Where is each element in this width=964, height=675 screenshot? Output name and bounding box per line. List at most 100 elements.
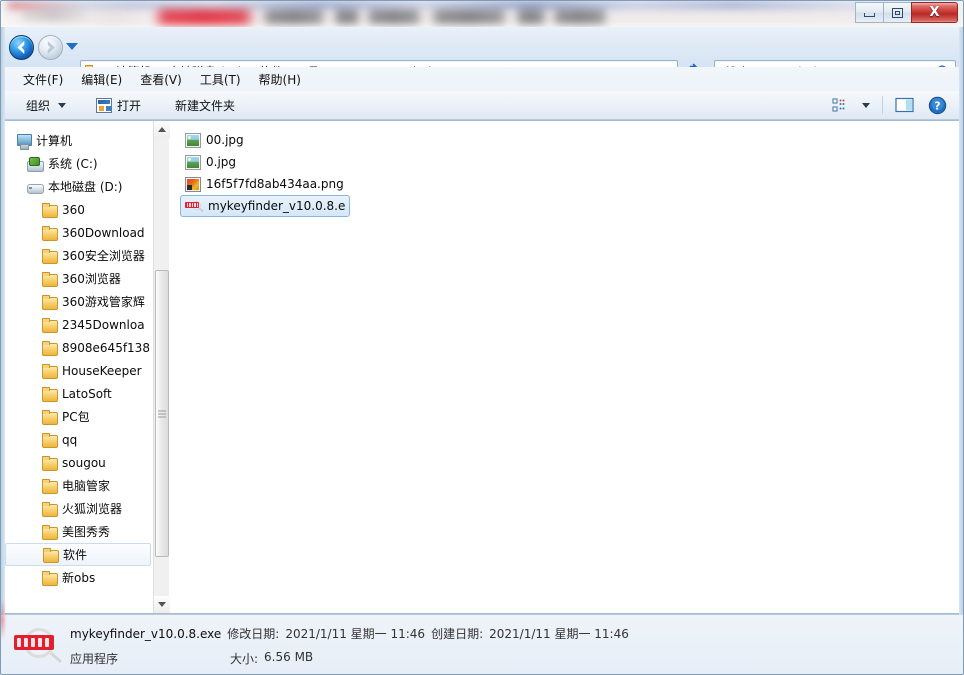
scroll-down-button[interactable] (154, 596, 170, 613)
window-edge-left (0, 27, 5, 615)
sidebar-item-14[interactable]: sougou (5, 451, 153, 474)
sidebar-item-label: 软件 (63, 546, 87, 563)
menu-file[interactable]: 文件(F) (14, 68, 72, 91)
caret-down-icon (158, 602, 166, 607)
help-button[interactable]: ? (922, 94, 952, 117)
minimize-button[interactable] (855, 2, 884, 23)
file-name-label: 00.jpg (206, 133, 244, 147)
svg-text:?: ? (934, 99, 940, 112)
application-file-icon (185, 199, 203, 214)
image-file-icon (185, 155, 201, 170)
sidebar-item-label: qq (62, 433, 77, 447)
new-folder-label: 新建文件夹 (175, 97, 235, 114)
organize-button[interactable]: 组织 (18, 94, 74, 117)
folder-tree: 计算机系统 (C:) 本地磁盘 (D:) 360 360Download 360安全浏览… (5, 121, 153, 589)
details-modified-label: 修改日期: (227, 625, 279, 642)
forward-button[interactable] (38, 35, 63, 60)
details-file-type: 应用程序 (70, 650, 230, 667)
menu-view[interactable]: 查看(V) (131, 68, 191, 91)
organize-label: 组织 (26, 97, 50, 114)
close-button[interactable]: X (911, 2, 958, 23)
title-bar[interactable]: X (0, 0, 964, 27)
folder-icon (41, 341, 57, 355)
sidebar-item-2[interactable]: 本地磁盘 (D:) (5, 175, 153, 198)
sidebar-item-18[interactable]: 软件 (5, 543, 151, 566)
drive-c-icon (27, 157, 43, 171)
image-file-icon (185, 133, 201, 148)
sidebar-item-19[interactable]: 新obs (5, 566, 153, 589)
open-button[interactable]: 打开 (88, 94, 149, 117)
file-list-item[interactable]: mykeyfinder_v10.0.8.exe (180, 195, 350, 217)
sidebar-item-label: 计算机 (36, 132, 72, 149)
scroll-up-button[interactable] (154, 121, 170, 138)
sidebar-item-0[interactable]: 计算机 (5, 129, 153, 152)
maximize-button[interactable] (883, 2, 912, 23)
folder-icon (41, 249, 57, 263)
sidebar-item-17[interactable]: 美图秀秀 (5, 520, 153, 543)
sidebar-item-15[interactable]: 电脑管家 (5, 474, 153, 497)
sidebar-item-label: 360浏览器 (62, 270, 121, 287)
scrollbar-grip-icon (158, 410, 166, 417)
sidebar-item-4[interactable]: 360Download (5, 221, 153, 244)
sidebar-item-label: 360 (62, 203, 85, 217)
folder-icon (41, 226, 57, 240)
explorer-window: X ▸ 计算机 ▸ 本地磁盘 (D:) ▸ 软件 ▸ 1月 (0, 0, 964, 675)
drive-d-icon (27, 180, 43, 194)
recent-locations-dropdown[interactable] (66, 43, 78, 50)
details-text: mykeyfinder_v10.0.8.exe 修改日期: 2021/1/11 … (70, 621, 956, 667)
folder-icon (41, 203, 57, 217)
details-modified-value: 2021/1/11 星期一 11:46 (285, 625, 425, 642)
folder-icon (41, 571, 57, 585)
menu-help[interactable]: 帮助(H) (250, 68, 310, 91)
file-list-item[interactable]: 0.jpg (180, 151, 350, 173)
menu-edit[interactable]: 编辑(E) (72, 68, 131, 91)
preview-pane-icon (895, 97, 915, 113)
change-view-button[interactable] (825, 94, 855, 117)
file-list-item[interactable]: 16f5f7fd8ab434aa.png (180, 173, 350, 195)
sidebar-item-16[interactable]: 火狐浏览器 (5, 497, 153, 520)
folder-icon (41, 456, 57, 470)
view-options-dropdown[interactable] (857, 94, 875, 117)
sidebar-item-8[interactable]: 2345Downloa (5, 313, 153, 336)
sidebar-item-5[interactable]: 360安全浏览器 (5, 244, 153, 267)
details-pane: mykeyfinder_v10.0.8.exe 修改日期: 2021/1/11 … (0, 614, 964, 675)
navigation-pane-scrollbar[interactable] (153, 121, 169, 613)
back-button[interactable] (9, 35, 34, 60)
sidebar-item-12[interactable]: PC包 (5, 405, 153, 428)
folder-icon (41, 433, 57, 447)
sidebar-item-label: LatoSoft (62, 387, 112, 401)
details-created-value: 2021/1/11 星期一 11:46 (489, 625, 629, 642)
preview-pane-button[interactable] (890, 94, 920, 117)
title-bar-blurred-text (0, 0, 964, 27)
file-list-pane[interactable]: 00.jpg 0.jpg 16f5f7fd8ab434aa.png mykeyfind… (170, 121, 959, 613)
sidebar-item-1[interactable]: 系统 (C:) (5, 152, 153, 175)
open-file-icon (96, 98, 112, 113)
file-list-item[interactable]: 00.jpg (180, 129, 350, 151)
scrollbar-thumb[interactable] (155, 270, 169, 557)
window-controls: X (856, 2, 958, 23)
sidebar-item-6[interactable]: 360浏览器 (5, 267, 153, 290)
new-folder-button[interactable]: 新建文件夹 (167, 94, 243, 117)
sidebar-item-11[interactable]: LatoSoft (5, 382, 153, 405)
sidebar-item-10[interactable]: HouseKeeper (5, 359, 153, 382)
folder-icon (41, 364, 57, 378)
navigation-pane: 计算机系统 (C:) 本地磁盘 (D:) 360 360Download 360安全浏览… (5, 121, 153, 613)
sidebar-item-7[interactable]: 360游戏管家辉 (5, 290, 153, 313)
menu-tools[interactable]: 工具(T) (191, 68, 250, 91)
sidebar-item-13[interactable]: qq (5, 428, 153, 451)
sidebar-item-label: PC包 (62, 408, 90, 425)
sidebar-item-label: 电脑管家 (62, 477, 110, 494)
menu-bar: 文件(F) 编辑(E) 查看(V) 工具(T) 帮助(H) (0, 67, 964, 91)
sidebar-item-label: 本地磁盘 (D:) (48, 178, 122, 195)
file-name-label: 16f5f7fd8ab434aa.png (206, 177, 344, 191)
window-edge-red-artifact (0, 600, 4, 640)
back-arrow-icon (10, 36, 33, 59)
view-layout-icon (832, 98, 849, 113)
details-size-label: 大小: (230, 650, 258, 667)
sidebar-item-3[interactable]: 360 (5, 198, 153, 221)
sidebar-item-label: 360安全浏览器 (62, 247, 145, 264)
navigation-bar: ▸ 计算机 ▸ 本地磁盘 (D:) ▸ 软件 ▸ 1月 ▸ 11 ▸ MyKey… (0, 27, 964, 67)
sidebar-item-label: 2345Downloa (62, 318, 145, 332)
folder-icon (41, 502, 57, 516)
sidebar-item-9[interactable]: 8908e645f138 (5, 336, 153, 359)
